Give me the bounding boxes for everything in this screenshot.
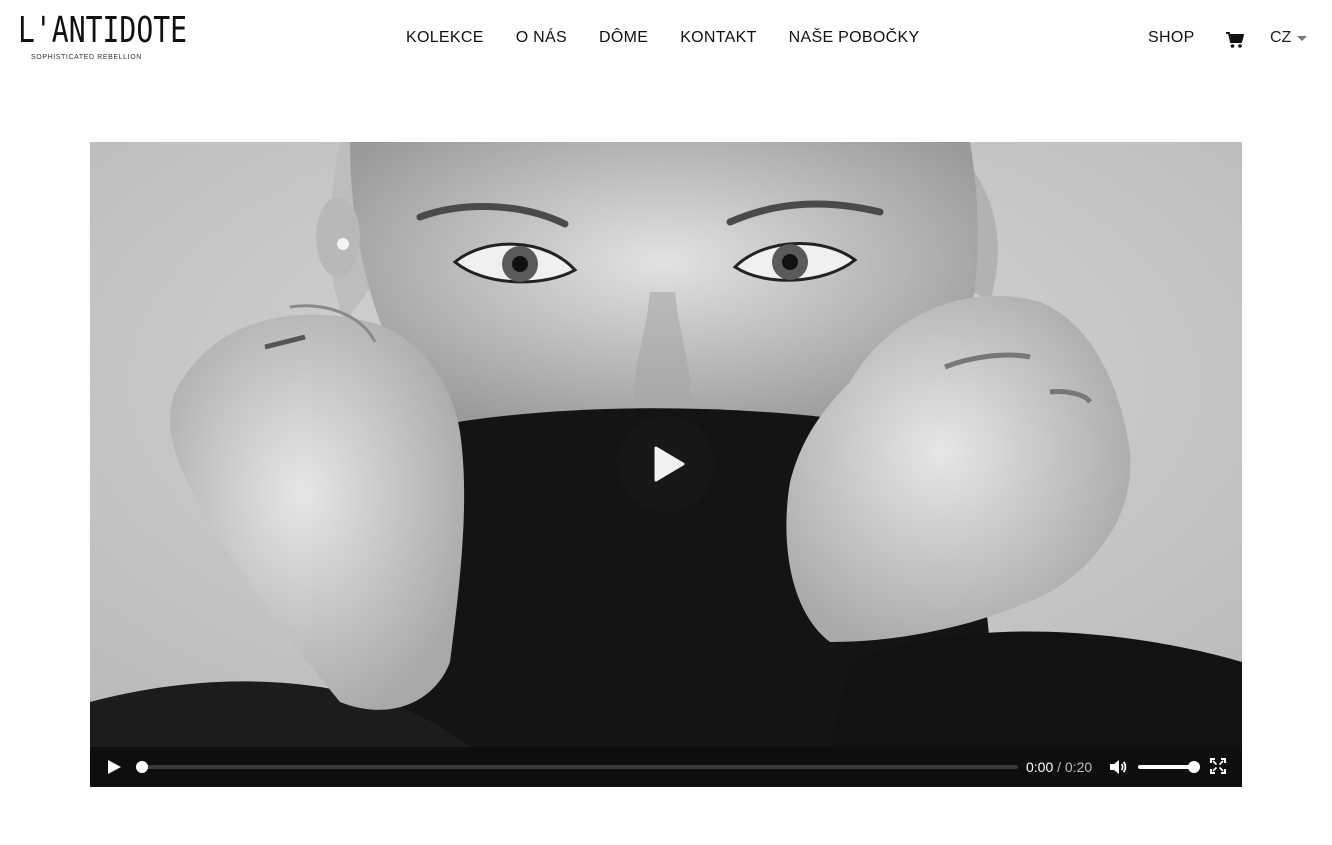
- site-header: L'ANTIDOTE SOPHISTICATED REBELLION KOLEK…: [0, 0, 1332, 80]
- chevron-down-icon: [1297, 35, 1308, 41]
- video-controls: 0:00 / 0:20: [90, 747, 1242, 787]
- volume-fill: [1138, 765, 1194, 769]
- nav-item-kolekce[interactable]: KOLEKCE: [406, 28, 484, 48]
- play-icon: [108, 760, 121, 774]
- language-selector[interactable]: CZ: [1270, 28, 1308, 48]
- brand-logo[interactable]: L'ANTIDOTE SOPHISTICATED REBELLION: [18, 10, 188, 66]
- shop-link[interactable]: SHOP: [1148, 28, 1195, 48]
- progress-bar[interactable]: [136, 761, 1018, 773]
- logo-wordmark: L'ANTIDOTE: [18, 10, 188, 51]
- main-nav: KOLEKCE O NÁS DÔME KONTAKT NAŠE POBOČKY: [406, 28, 919, 48]
- current-time: 0:00: [1026, 759, 1054, 775]
- duration: 0:20: [1064, 759, 1093, 775]
- big-play-button[interactable]: [617, 416, 715, 512]
- video-player[interactable]: 0:00 / 0:20: [90, 142, 1242, 787]
- volume-icon[interactable]: [1109, 758, 1127, 776]
- time-separator: /: [1057, 759, 1062, 775]
- play-button[interactable]: [106, 759, 122, 775]
- nav-item-o-nas[interactable]: O NÁS: [516, 28, 567, 48]
- nav-item-dome[interactable]: DÔME: [599, 28, 648, 48]
- fullscreen-icon[interactable]: [1210, 758, 1226, 774]
- volume-slider[interactable]: [1138, 761, 1200, 773]
- language-label: CZ: [1270, 29, 1292, 46]
- volume-handle[interactable]: [1188, 761, 1200, 773]
- nav-item-kontakt[interactable]: KONTAKT: [680, 28, 756, 48]
- logo-tagline: SOPHISTICATED REBELLION: [31, 54, 142, 61]
- cart-icon[interactable]: [1225, 31, 1245, 49]
- play-icon: [654, 446, 685, 482]
- progress-handle[interactable]: [136, 761, 148, 773]
- nav-item-nase-pobocky[interactable]: NAŠE POBOČKY: [789, 28, 920, 48]
- time-display: 0:00 / 0:20: [1026, 758, 1092, 776]
